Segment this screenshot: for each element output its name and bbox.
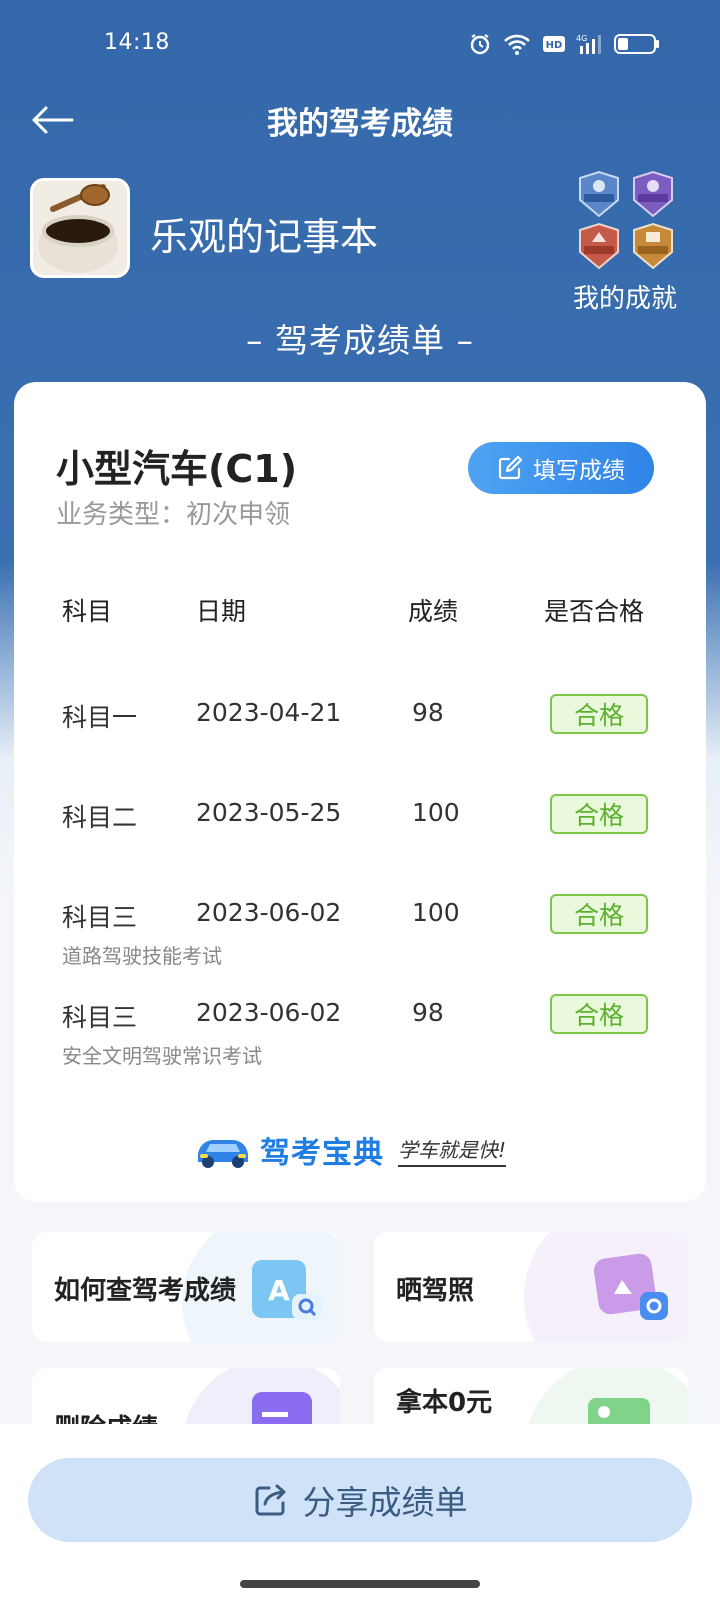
- avatar-image: [33, 181, 127, 275]
- svg-text:HD: HD: [546, 40, 563, 51]
- business-type: 业务类型：初次申领: [56, 500, 291, 530]
- badge-icon-4: [633, 222, 673, 270]
- row-score: 98: [412, 698, 444, 727]
- brand-logo: 驾考宝典 学车就是快!: [194, 1128, 507, 1172]
- signal-icon: 4G: [576, 34, 601, 54]
- row-score: 100: [412, 898, 460, 927]
- achievements-label[interactable]: 我的成就: [560, 278, 690, 315]
- photo-share-icon: [593, 1253, 668, 1320]
- tile-show-license[interactable]: 晒驾照: [374, 1232, 688, 1342]
- license-type: 小型汽车(C1): [56, 447, 298, 491]
- row-sub-label: 道路驾驶技能考试: [62, 944, 222, 968]
- alarm-icon: [470, 34, 490, 55]
- badge-icon-2: [633, 170, 673, 218]
- page-title: 我的驾考成绩: [267, 106, 453, 142]
- tile-label: 拿本0元: [396, 1388, 493, 1418]
- battery-icon: [614, 34, 659, 54]
- row-date: 2023-04-21: [196, 698, 342, 727]
- row-subject: 科目三: [62, 1003, 138, 1032]
- status-icons: HD 4G: [468, 32, 660, 56]
- fill-score-label: 填写成绩: [533, 458, 625, 484]
- row-subject: 科目三: [62, 903, 138, 932]
- pass-badge: 合格: [550, 794, 648, 834]
- header-score: 成绩: [408, 597, 459, 626]
- share-button[interactable]: 分享成绩单: [28, 1458, 692, 1542]
- brand-slogan: 学车就是快!: [398, 1134, 507, 1167]
- status-time: 14:18: [104, 30, 170, 55]
- home-indicator[interactable]: [240, 1580, 480, 1588]
- row-score: 100: [412, 798, 460, 827]
- brand-name: 驾考宝典: [260, 1136, 384, 1171]
- row-subject: 科目二: [62, 803, 138, 832]
- car-logo-icon: [198, 1140, 248, 1168]
- header-pass: 是否合格: [544, 597, 645, 626]
- wifi-icon: [504, 34, 530, 55]
- edit-icon: [498, 455, 523, 480]
- row-date: 2023-06-02: [196, 998, 342, 1027]
- row-date: 2023-06-02: [196, 898, 342, 927]
- avatar[interactable]: [30, 178, 130, 278]
- row-score: 98: [412, 998, 444, 1027]
- header-subject: 科目: [62, 597, 113, 626]
- tile-label: 晒驾照: [396, 1276, 475, 1306]
- header-date: 日期: [196, 597, 247, 626]
- svg-text:4G: 4G: [576, 34, 587, 43]
- tile-check-score[interactable]: 如何查驾考成绩 A: [32, 1232, 340, 1342]
- section-title: – 驾考成绩单 –: [246, 321, 474, 360]
- svg-text:A: A: [268, 1274, 290, 1307]
- share-icon: [255, 1484, 285, 1516]
- tile-label: 如何查驾考成绩: [54, 1276, 237, 1306]
- row-subject: 科目一: [62, 703, 138, 732]
- pass-badge: 合格: [550, 694, 648, 734]
- pass-badge: 合格: [550, 994, 648, 1034]
- achievement-badges[interactable]: [574, 170, 678, 270]
- fill-score-button[interactable]: 填写成绩: [468, 442, 654, 494]
- search-doc-icon: A: [252, 1260, 322, 1320]
- pass-badge: 合格: [550, 894, 648, 934]
- badge-icon-3: [579, 222, 619, 270]
- badge-icon-1: [579, 170, 619, 218]
- row-sub-label: 安全文明驾驶常识考试: [62, 1044, 262, 1068]
- share-label: 分享成绩单: [302, 1483, 468, 1522]
- hd-icon: HD: [543, 36, 565, 52]
- username: 乐观的记事本: [150, 215, 379, 259]
- row-date: 2023-05-25: [196, 798, 342, 827]
